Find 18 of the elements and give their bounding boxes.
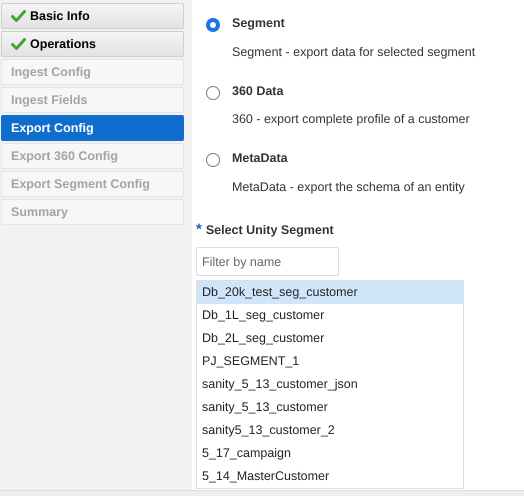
wizard-step[interactable]: Operations — [1, 31, 184, 57]
radio-button[interactable] — [206, 153, 220, 167]
radio-button[interactable] — [206, 86, 220, 100]
required-asterisk: * — [196, 222, 202, 238]
wizard-step[interactable]: Basic Info — [1, 3, 184, 29]
wizard-step[interactable]: Export Config — [1, 115, 184, 141]
option-label: Segment — [232, 15, 286, 32]
option-description: MetaData - export the schema of an entity — [232, 178, 465, 196]
option-description: Segment - export data for selected segment — [232, 44, 476, 61]
segment-option[interactable]: Db_20k_test_seg_customer — [197, 281, 463, 304]
checkmark-icon — [11, 10, 26, 22]
option-label: 360 Data — [232, 82, 284, 100]
option-description: 360 - export complete profile of a customer — [232, 111, 470, 128]
radio-button[interactable] — [206, 18, 220, 32]
option-label: MetaData — [232, 150, 289, 167]
field-label: Select Unity Segment — [206, 222, 334, 239]
checkmark-icon — [11, 38, 26, 50]
filter-input[interactable]: Filter by name — [196, 247, 339, 276]
